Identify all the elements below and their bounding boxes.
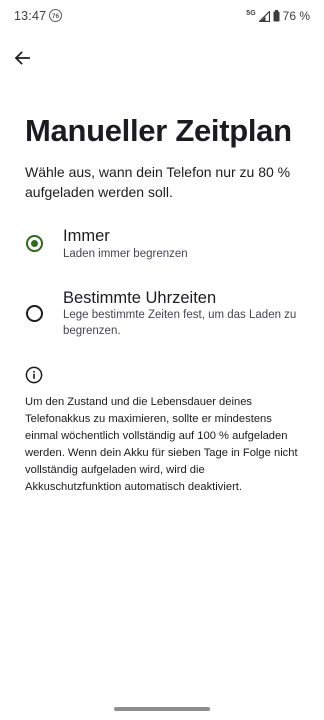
radio-button-selected[interactable]: [26, 235, 43, 252]
battery-percent: 76 %: [282, 9, 310, 23]
radio-button-unselected[interactable]: [26, 305, 43, 322]
info-text: Um den Zustand und die Lebensdauer deine…: [25, 396, 298, 493]
page-title: Manueller Zeitplan: [25, 113, 292, 148]
option-title: Immer: [63, 227, 110, 245]
back-button[interactable]: [8, 44, 36, 72]
gesture-navigation-handle[interactable]: [114, 707, 210, 711]
info-icon: [25, 366, 43, 384]
option-always[interactable]: Immer Laden immer begrenzen: [0, 224, 324, 268]
option-title: Bestimmte Uhrzeiten: [63, 289, 217, 307]
status-time: 13:47: [14, 9, 47, 23]
status-bar: 13:47 76 5G 76 %: [0, 0, 324, 34]
option-subtitle: Lege bestimmte Zeiten fest, um das Laden…: [63, 309, 297, 337]
option-specific-times[interactable]: Bestimmte Uhrzeiten Lege bestimmte Zeite…: [0, 286, 324, 342]
manual-schedule-screen: 13:47 76 5G 76 % Manueller Zeitplan Wähl…: [0, 0, 324, 720]
notification-badge-icon: 76: [49, 9, 62, 22]
page-description: Wähle aus, wann dein Telefon nur zu 80 %…: [25, 164, 291, 200]
signal-icon: [258, 10, 270, 22]
status-indicators: 5G 76 %: [246, 9, 310, 23]
network-type-label: 5G: [246, 10, 256, 17]
battery-icon: [273, 10, 280, 22]
option-subtitle: Laden immer begrenzen: [63, 248, 188, 260]
arrow-back-icon: [14, 51, 30, 65]
